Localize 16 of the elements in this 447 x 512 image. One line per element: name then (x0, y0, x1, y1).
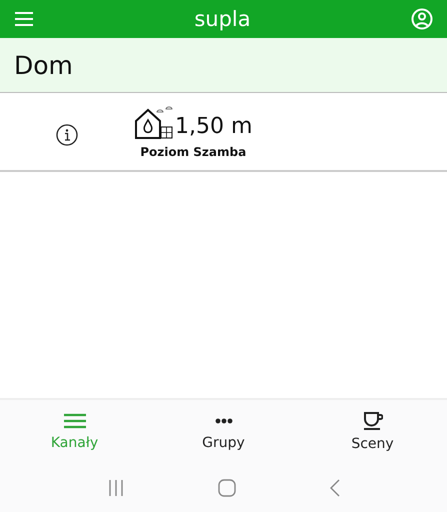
back-icon[interactable] (328, 479, 340, 497)
app-title: supla (194, 7, 251, 31)
account-icon[interactable] (410, 8, 433, 30)
channel-value: 1,50 m (175, 114, 252, 138)
menu-icon[interactable] (14, 11, 34, 27)
tank-icon (134, 104, 174, 138)
recents-icon[interactable] (106, 479, 124, 497)
location-name: Dom (14, 50, 73, 80)
list-icon (64, 413, 86, 429)
cup-icon (362, 412, 382, 430)
channel-caption: Poziom Szamba (140, 144, 246, 158)
nav-tab[interactable]: Sceny (298, 400, 447, 464)
location-header[interactable]: Dom (0, 38, 447, 93)
info-icon[interactable] (56, 124, 78, 146)
nav-tab[interactable]: Grupy (149, 400, 298, 464)
home-icon[interactable] (218, 479, 236, 497)
